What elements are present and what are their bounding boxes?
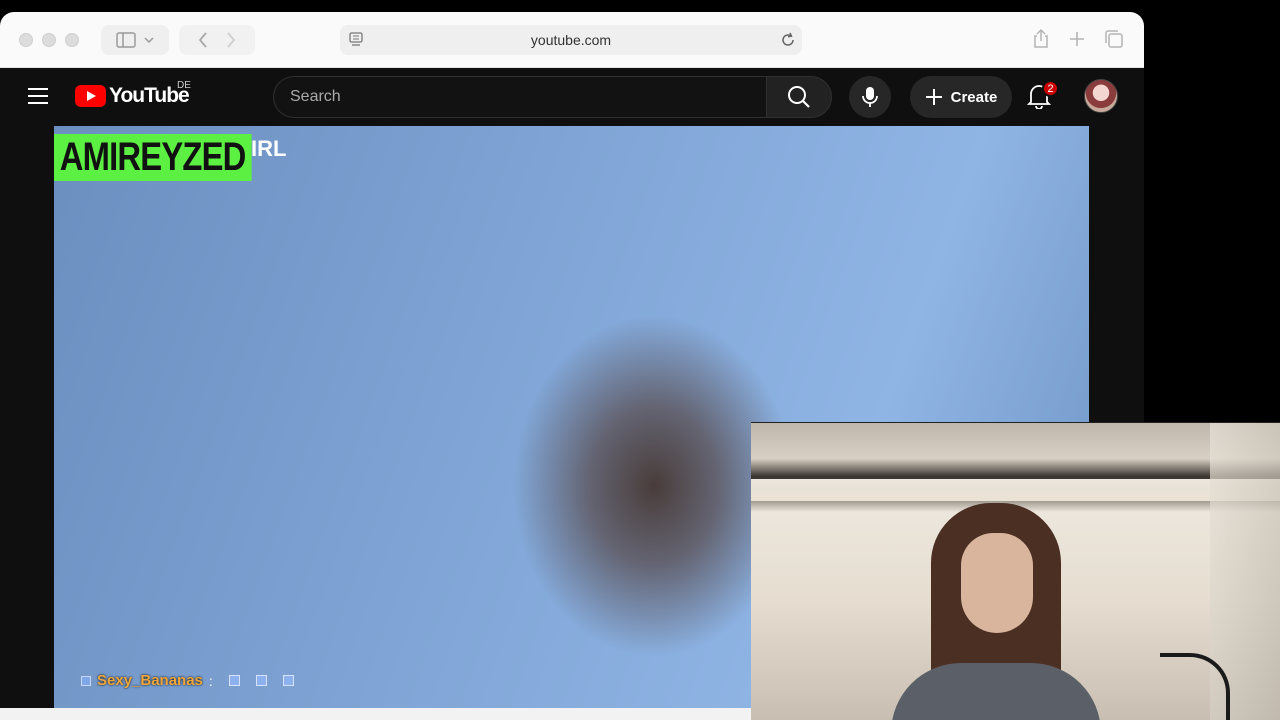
address-bar[interactable]: youtube.com <box>340 25 802 55</box>
close-window-button[interactable] <box>19 33 33 47</box>
chat-message: Sexy_Bananas : <box>81 672 294 689</box>
chevron-down-icon <box>144 37 154 44</box>
address-url: youtube.com <box>530 32 612 48</box>
region-code: DE <box>177 80 191 91</box>
chat-emote-icon <box>228 675 240 686</box>
chat-username: Sexy_Bananas <box>97 672 203 689</box>
youtube-play-icon <box>75 85 106 107</box>
create-button[interactable]: Create <box>910 76 1012 118</box>
search-box <box>273 76 767 118</box>
microphone-icon <box>862 87 878 107</box>
voice-search-button[interactable] <box>849 76 891 118</box>
sidebar-toggle-button[interactable] <box>101 25 169 55</box>
person-face <box>961 533 1033 633</box>
streamer-person <box>891 503 1101 720</box>
share-icon[interactable] <box>1032 29 1050 49</box>
browser-right-tools <box>1032 29 1124 49</box>
webcam-overlay <box>751 422 1280 720</box>
window-controls <box>19 33 79 47</box>
account-avatar[interactable] <box>1084 79 1118 113</box>
back-icon[interactable] <box>198 32 208 48</box>
new-tab-icon[interactable] <box>1068 29 1086 49</box>
notification-badge: 2 <box>1042 80 1059 97</box>
channel-tag: IRL <box>251 136 287 161</box>
create-button-label: Create <box>950 88 998 106</box>
chat-emote-icon <box>255 675 267 686</box>
sidebar-icon <box>116 32 136 48</box>
minimize-window-button[interactable] <box>42 33 56 47</box>
youtube-logo[interactable]: YouTube DE <box>75 80 191 108</box>
search-input[interactable] <box>274 77 767 117</box>
reload-icon[interactable] <box>780 32 796 48</box>
zoom-window-button[interactable] <box>65 33 79 47</box>
chat-badge-icon <box>81 675 91 686</box>
ceiling-light <box>751 479 1280 501</box>
youtube-header: YouTube DE Create 2 <box>0 68 1144 126</box>
hamburger-menu-icon[interactable] <box>27 87 49 105</box>
chat-emote-icon <box>282 675 294 686</box>
chat-separator: : <box>208 672 213 689</box>
channel-name-banner: AMIREYZED <box>54 134 252 181</box>
browser-toolbar: youtube.com <box>0 12 1144 68</box>
tab-overview-icon[interactable] <box>1104 29 1124 49</box>
notifications-button[interactable]: 2 <box>1026 80 1059 114</box>
person-shirt <box>891 663 1101 720</box>
search-icon <box>788 86 810 108</box>
search-button[interactable] <box>766 76 832 118</box>
forward-icon[interactable] <box>226 32 236 48</box>
navigation-buttons <box>179 25 255 55</box>
plus-icon <box>925 89 942 105</box>
